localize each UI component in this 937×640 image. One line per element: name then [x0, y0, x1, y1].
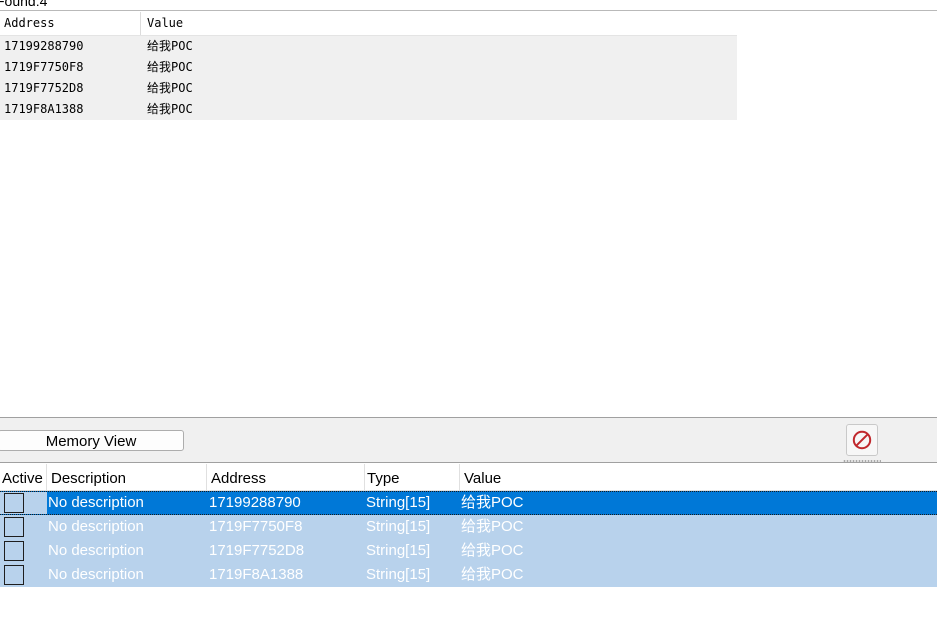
scan-result-value: 给我POC	[147, 60, 193, 74]
divider	[0, 462, 937, 463]
row-value: 给我POC	[461, 566, 524, 583]
address-list-header: Active Description Address Type Value	[0, 464, 937, 491]
address-list-row[interactable]: No description 1719F8A1388 String[15] 给我…	[0, 563, 937, 587]
column-header-description[interactable]: Description	[47, 464, 207, 490]
memory-view-button[interactable]: Memory View	[0, 430, 184, 451]
active-checkbox[interactable]	[4, 541, 24, 561]
row-address: 1719F7752D8	[209, 542, 305, 559]
scan-result-row[interactable]: 1719F7752D8 给我POC	[0, 78, 737, 99]
row-value: 给我POC	[461, 518, 524, 535]
address-list[interactable]: Active Description Address Type Value No…	[0, 464, 937, 587]
scan-result-address: 1719F7752D8	[4, 81, 84, 95]
active-checkbox[interactable]	[4, 493, 24, 513]
column-header-type[interactable]: Type	[365, 464, 460, 490]
column-header-address[interactable]: Address	[0, 12, 141, 35]
row-value: 给我POC	[461, 542, 524, 559]
column-header-address[interactable]: Address	[207, 464, 365, 490]
row-type: String[15]	[366, 566, 431, 583]
scan-result-row[interactable]: 1719F7750F8 给我POC	[0, 57, 737, 78]
row-description: No description	[48, 566, 144, 583]
scan-result-row[interactable]: 17199288790 给我POC	[0, 36, 737, 57]
address-list-row[interactable]: No description 1719F7752D8 String[15] 给我…	[0, 539, 937, 563]
scan-result-value: 给我POC	[147, 102, 193, 116]
row-description: No description	[48, 494, 144, 511]
row-type: String[15]	[366, 494, 431, 511]
active-checkbox[interactable]	[4, 517, 24, 537]
row-address: 1719F8A1388	[209, 566, 304, 583]
row-description: No description	[48, 518, 144, 535]
column-header-value[interactable]: Value	[460, 464, 937, 490]
address-list-row[interactable]: No description 17199288790 String[15] 给我…	[0, 491, 937, 515]
middle-toolbar: Memory View	[0, 418, 937, 462]
clear-address-list-button[interactable]	[846, 424, 878, 456]
no-entry-icon	[852, 430, 872, 450]
scan-results-list[interactable]: Address Value 17199288790 给我POC 1719F775…	[0, 12, 737, 120]
scan-result-address: 1719F7750F8	[4, 60, 84, 74]
active-checkbox[interactable]	[4, 565, 24, 585]
row-address: 1719F7750F8	[209, 518, 303, 535]
row-address: 17199288790	[209, 494, 301, 511]
scan-result-row[interactable]: 1719F8A1388 给我POC	[0, 99, 737, 120]
divider	[0, 10, 937, 11]
scan-result-value: 给我POC	[147, 39, 193, 53]
row-type: String[15]	[366, 518, 431, 535]
scan-results-header: Address Value	[0, 12, 737, 36]
scan-result-address: 1719F8A1388	[4, 102, 84, 116]
row-description: No description	[48, 542, 144, 559]
scan-result-address: 17199288790	[4, 39, 84, 53]
found-count-label: Found:4	[0, 0, 48, 9]
column-header-value[interactable]: Value	[141, 12, 737, 35]
row-type: String[15]	[366, 542, 431, 559]
scan-result-value: 给我POC	[147, 81, 193, 95]
address-list-row[interactable]: No description 1719F7750F8 String[15] 给我…	[0, 515, 937, 539]
column-header-active[interactable]: Active	[0, 464, 47, 490]
row-value: 给我POC	[461, 494, 524, 511]
